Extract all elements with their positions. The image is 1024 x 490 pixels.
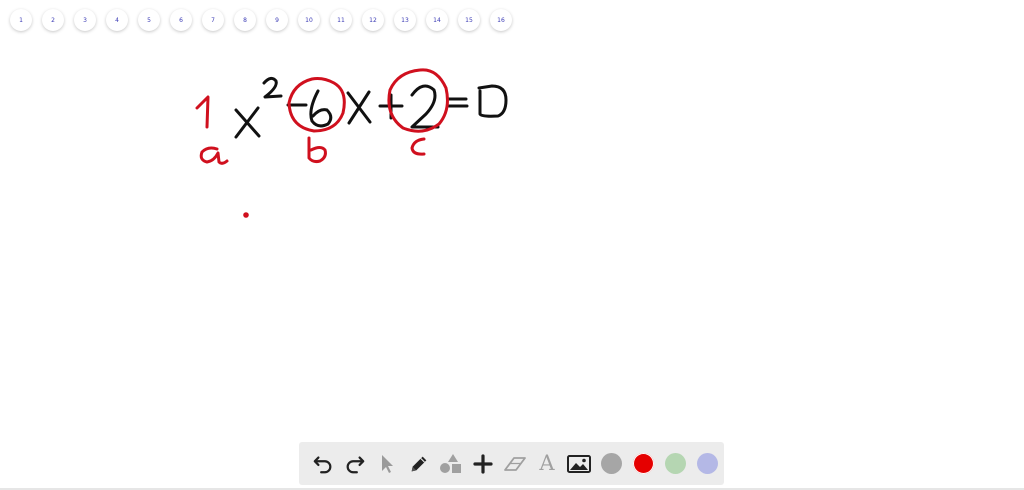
- drawing-canvas[interactable]: [0, 0, 1024, 490]
- whiteboard-page: 1 2 3 4 5 6 7 8 9 10 11 12 13 14 15 16 A: [0, 0, 1024, 490]
- eraser-icon: [504, 456, 526, 471]
- color-red-swatch[interactable]: [627, 448, 659, 480]
- swatch-fill-red: [632, 453, 654, 474]
- swatch-fill-green: [664, 453, 686, 474]
- swatch-fill-blue: [696, 453, 718, 474]
- color-green-swatch[interactable]: [659, 448, 691, 480]
- color-blue-swatch[interactable]: [691, 448, 723, 480]
- image-tool-button[interactable]: [563, 448, 595, 480]
- pen-tool-button[interactable]: [403, 448, 435, 480]
- select-tool-button[interactable]: [371, 448, 403, 480]
- text-icon: A: [539, 451, 555, 475]
- swatch-fill-gray: [600, 453, 622, 474]
- shapes-tool-button[interactable]: [435, 448, 467, 480]
- image-icon: [567, 454, 591, 473]
- undo-button[interactable]: [307, 448, 339, 480]
- plus-icon: [473, 453, 493, 474]
- redo-button[interactable]: [339, 448, 371, 480]
- equation-ink: [234, 76, 508, 139]
- add-button[interactable]: [467, 448, 499, 480]
- text-tool-button[interactable]: A: [531, 448, 563, 480]
- undo-icon: [313, 455, 332, 473]
- cursor-icon: [382, 454, 393, 473]
- color-gray-swatch[interactable]: [595, 448, 627, 480]
- eraser-tool-button[interactable]: [499, 448, 531, 480]
- redo-icon: [346, 455, 365, 473]
- annotation-ink: [195, 68, 449, 218]
- drawing-toolbar: A: [299, 442, 724, 485]
- pencil-icon: [411, 456, 427, 471]
- shapes-icon: [440, 453, 461, 473]
